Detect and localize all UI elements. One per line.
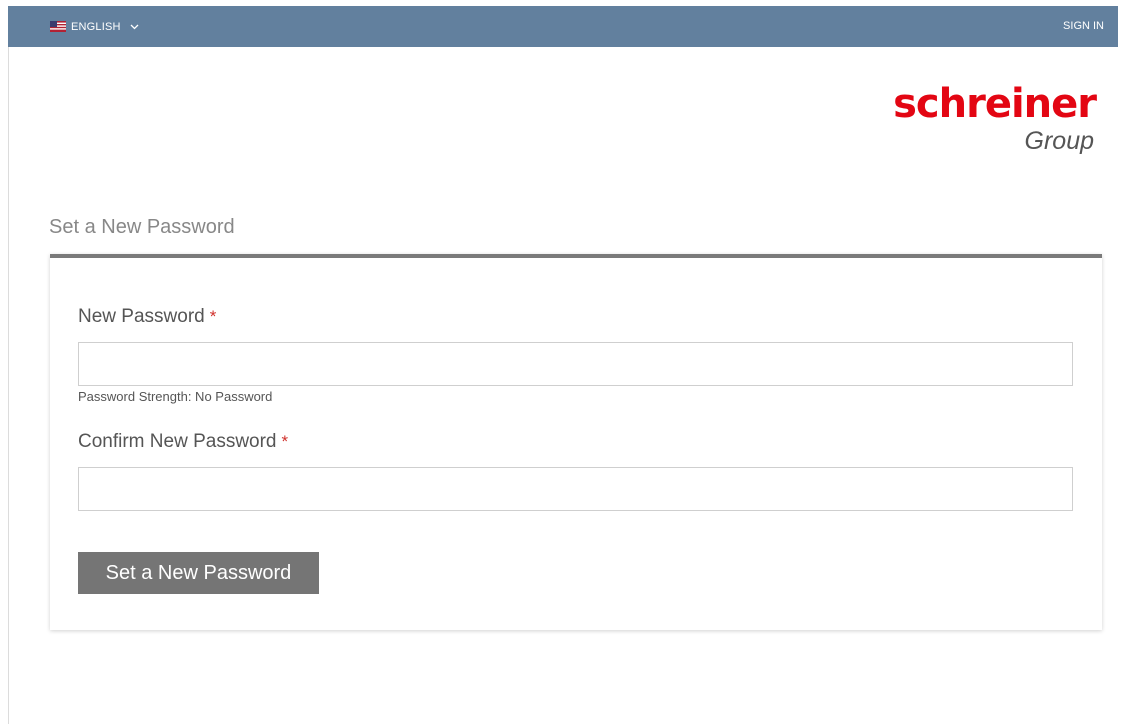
logo-wordmark: schreiner — [893, 81, 1097, 127]
required-indicator: * — [281, 432, 289, 451]
top-bar: ENGLISH SIGN IN — [8, 6, 1118, 47]
confirm-password-label: Confirm New Password * — [78, 431, 288, 453]
us-flag-icon — [50, 21, 66, 32]
chevron-down-icon — [130, 24, 139, 29]
required-indicator: * — [209, 307, 217, 326]
new-password-input[interactable] — [78, 342, 1073, 386]
confirm-password-label-text: Confirm New Password — [78, 431, 277, 452]
set-new-password-button[interactable]: Set a New Password — [78, 552, 319, 594]
confirm-password-input[interactable] — [78, 467, 1073, 511]
logo-subtitle: Group — [1024, 127, 1094, 155]
new-password-label: New Password * — [78, 306, 216, 328]
password-strength-text: Password Strength: No Password — [78, 389, 273, 404]
page-left-border — [8, 47, 9, 724]
password-form-card: New Password * Password Strength: No Pass… — [50, 254, 1102, 630]
language-label: ENGLISH — [71, 20, 121, 33]
language-selector[interactable]: ENGLISH — [50, 6, 139, 47]
new-password-label-text: New Password — [78, 306, 205, 327]
schreiner-group-logo: schreiner Group — [855, 80, 1100, 160]
sign-in-link[interactable]: SIGN IN — [1063, 6, 1104, 47]
page-title: Set a New Password — [49, 216, 235, 238]
